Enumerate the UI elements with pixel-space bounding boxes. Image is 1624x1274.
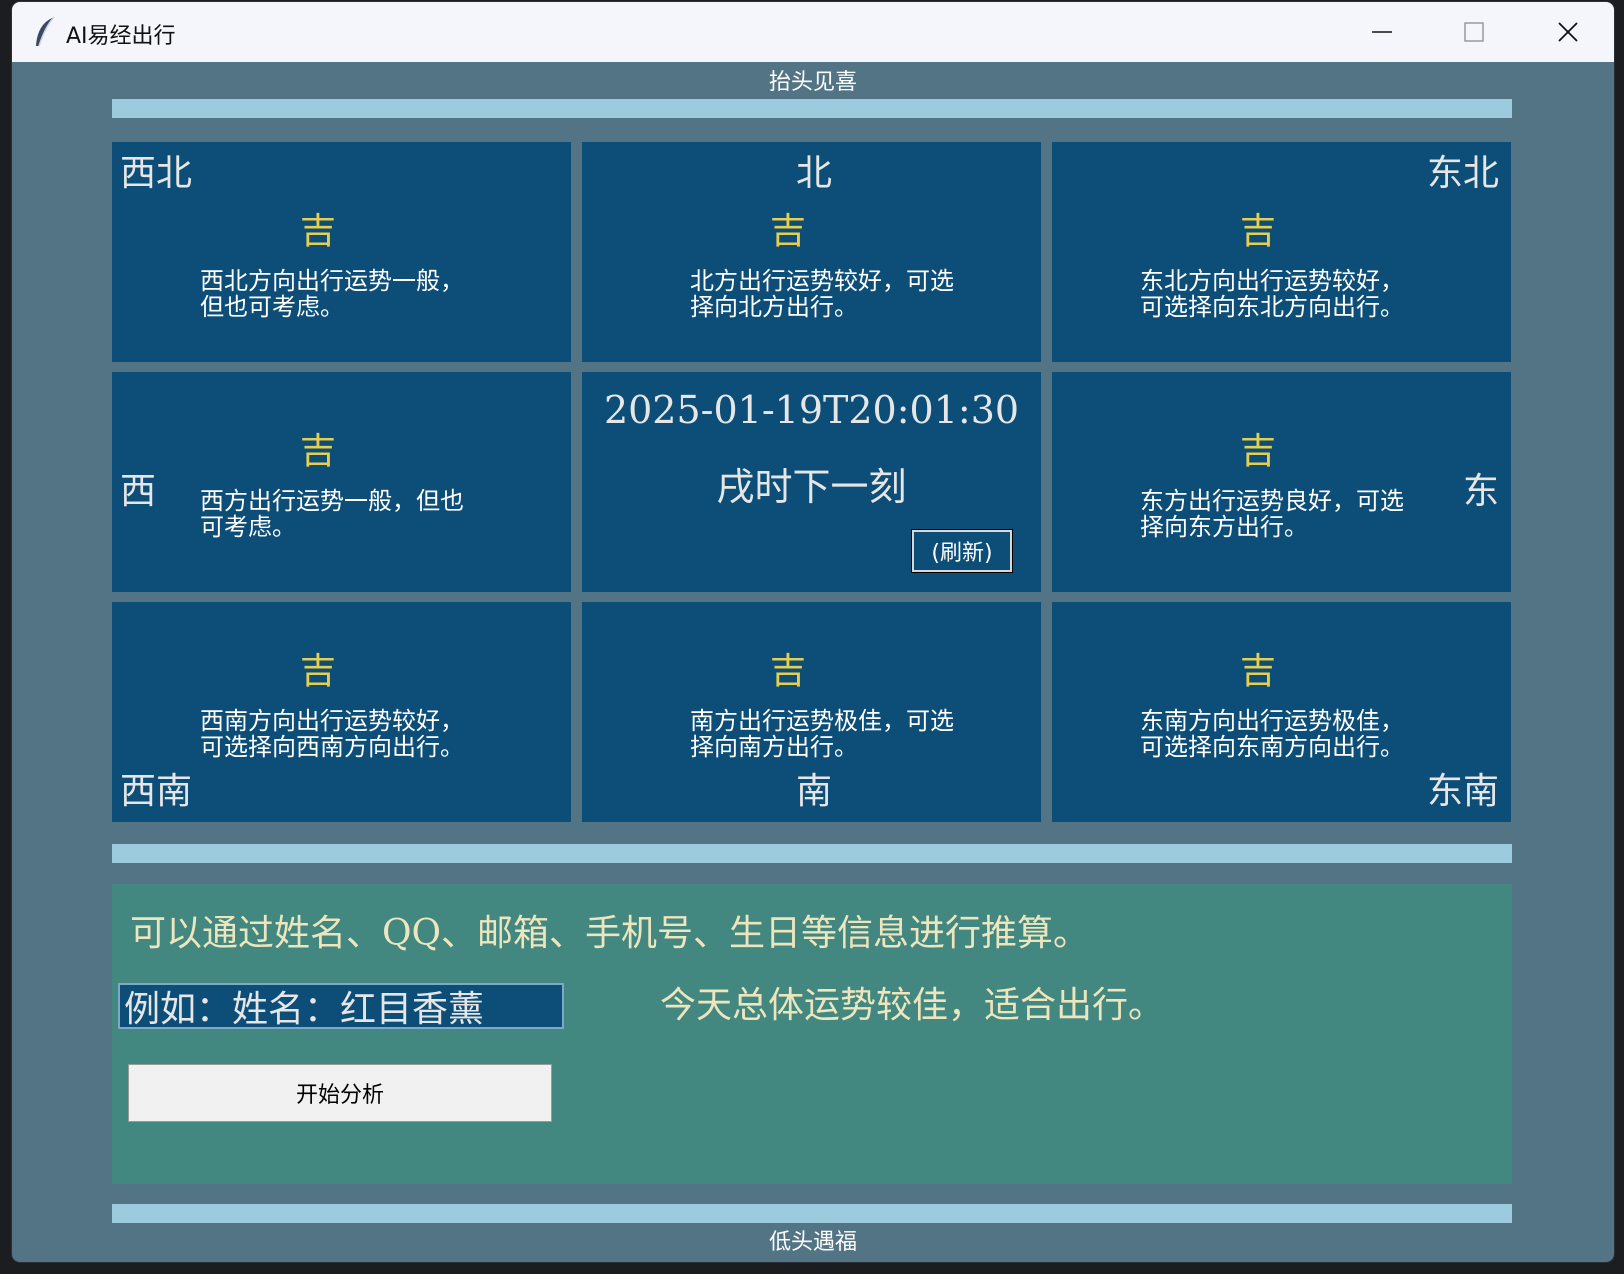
top-divider-bar — [112, 99, 1512, 118]
cell-center-clock: 2025-01-19T20:01:30 戌时下一刻 (刷新) — [582, 372, 1041, 592]
cell-northwest: 西北 吉 西北方向出行运势一般， 但也可考虑。 — [112, 142, 571, 362]
app-window: AI易经出行 抬头见喜 西北 吉 西北方向出行运势一般， 但也可考虑。 北 吉 … — [12, 2, 1614, 1262]
cell-north: 北 吉 北方出行运势较好，可选 择向北方出行。 — [582, 142, 1041, 362]
fortune-label: 吉 — [770, 211, 807, 252]
fortune-description: 西方出行运势一般，但也 可考虑。 — [200, 487, 464, 541]
cell-southwest: 吉 西南方向出行运势较好， 可选择向西南方向出行。 西南 — [112, 602, 571, 822]
cell-southeast: 吉 东南方向出行运势极佳， 可选择向东南方向出行。 东南 — [1052, 602, 1511, 822]
direction-label: 南 — [796, 771, 833, 812]
close-button[interactable] — [1538, 12, 1598, 52]
direction-label: 北 — [796, 153, 833, 194]
direction-label: 东南 — [1426, 771, 1499, 812]
direction-label: 东 — [1462, 471, 1499, 512]
maximize-icon — [1464, 22, 1484, 42]
direction-label: 东北 — [1426, 153, 1499, 194]
fortune-description: 西南方向出行运势较好， 可选择向西南方向出行。 — [200, 707, 464, 761]
direction-label: 西 — [120, 471, 157, 512]
close-icon — [1558, 22, 1578, 42]
fortune-label: 吉 — [1240, 651, 1277, 692]
maximize-button[interactable] — [1444, 12, 1504, 52]
fortune-description: 东方出行运势良好，可选 择向东方出行。 — [1140, 487, 1404, 541]
fortune-description: 东北方向出行运势较好， 可选择向东北方向出行。 — [1140, 267, 1404, 321]
start-analysis-button[interactable]: 开始分析 — [128, 1064, 552, 1122]
name-input[interactable] — [118, 983, 564, 1029]
fortune-label: 吉 — [300, 431, 337, 472]
direction-label: 西北 — [120, 153, 193, 194]
fortune-label: 吉 — [1240, 211, 1277, 252]
minimize-button[interactable] — [1352, 12, 1412, 52]
fortune-label: 吉 — [1240, 431, 1277, 472]
fortune-description: 东南方向出行运势极佳， 可选择向东南方向出行。 — [1140, 707, 1404, 761]
middle-divider-bar — [112, 844, 1512, 863]
cell-northeast: 东北 吉 东北方向出行运势较好， 可选择向东北方向出行。 — [1052, 142, 1511, 362]
top-banner: 抬头见喜 — [768, 70, 857, 95]
refresh-button[interactable]: (刷新) — [911, 529, 1013, 573]
fortune-label: 吉 — [300, 651, 337, 692]
minimize-icon — [1372, 31, 1392, 33]
analysis-result: 今天总体运势较佳，适合出行。 — [660, 985, 1165, 1026]
datetime-display: 2025-01-19T20:01:30 — [603, 388, 1020, 432]
fortune-label: 吉 — [770, 651, 807, 692]
direction-label: 西南 — [120, 771, 193, 812]
shichen-display: 戌时下一刻 — [716, 465, 907, 509]
cell-west: 西 吉 西方出行运势一般，但也 可考虑。 — [112, 372, 571, 592]
fortune-description: 北方出行运势较好，可选 择向北方出行。 — [690, 267, 954, 321]
title-bar[interactable]: AI易经出行 — [12, 2, 1614, 62]
feather-icon — [32, 16, 58, 48]
cell-south: 吉 南方出行运势极佳，可选 择向南方出行。 南 — [582, 602, 1041, 822]
fortune-label: 吉 — [300, 211, 337, 252]
bottom-divider-bar — [112, 1204, 1512, 1223]
window-title: AI易经出行 — [66, 24, 176, 49]
fortune-description: 西北方向出行运势一般， 但也可考虑。 — [200, 267, 464, 321]
bottom-banner: 低头遇福 — [768, 1230, 857, 1255]
cell-east: 东 吉 东方出行运势良好，可选 择向东方出行。 — [1052, 372, 1511, 592]
analysis-panel: 可以通过姓名、QQ、邮箱、手机号、生日等信息进行推算。 今天总体运势较佳，适合出… — [112, 884, 1512, 1184]
fortune-description: 南方出行运势极佳，可选 择向南方出行。 — [690, 707, 954, 761]
analysis-hint: 可以通过姓名、QQ、邮箱、手机号、生日等信息进行推算。 — [130, 913, 1090, 954]
